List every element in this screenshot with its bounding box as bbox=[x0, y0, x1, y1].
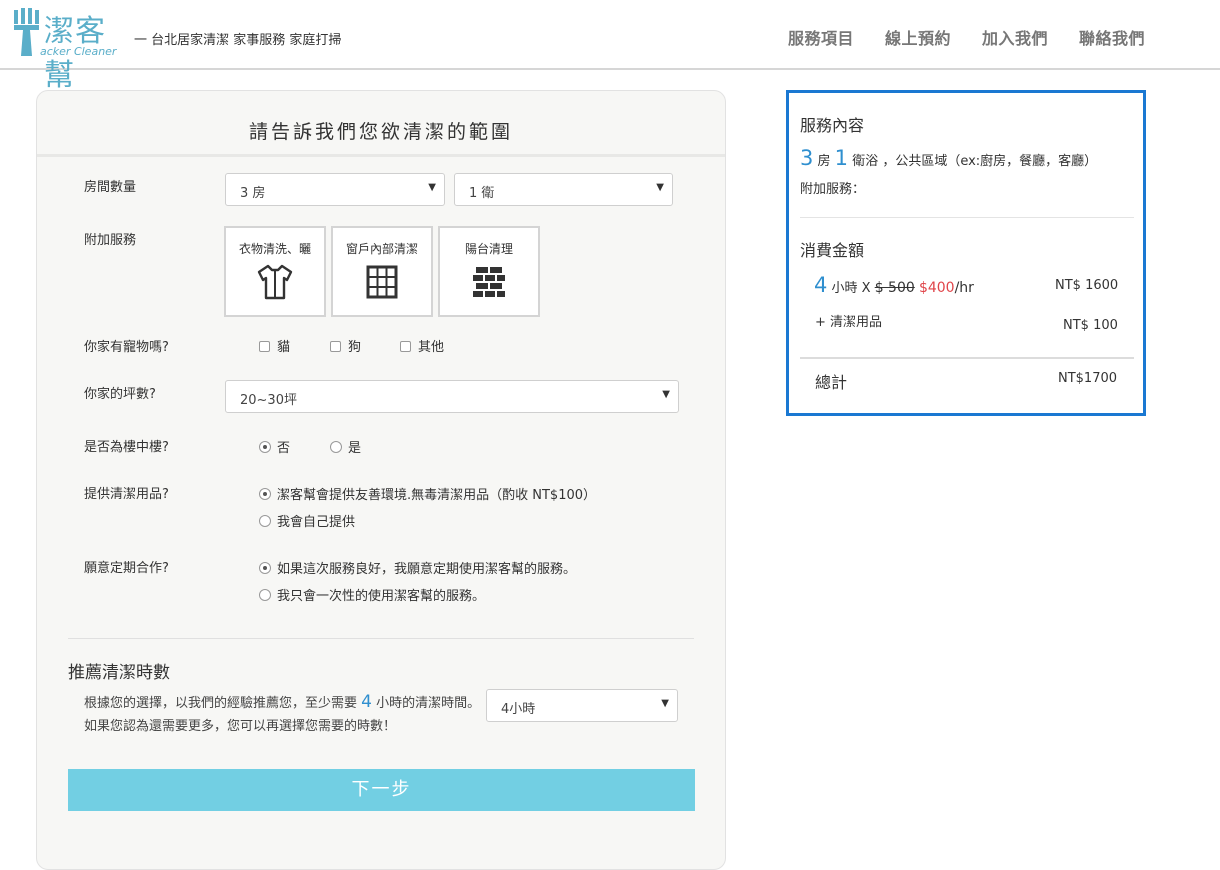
radio-dot bbox=[330, 441, 342, 453]
areas-text: ，公共區域（ex:廚房，餐廳，客廳） bbox=[882, 154, 1098, 169]
pets-label: 你家有寵物嗎? bbox=[84, 340, 169, 355]
nav-join[interactable]: 加入我們 bbox=[982, 25, 1048, 49]
pet-other-label: 其他 bbox=[418, 340, 445, 355]
addon-laundry[interactable]: 衣物清洗、曬 bbox=[224, 226, 326, 317]
old-price: $ 500 bbox=[874, 280, 915, 296]
site-logo[interactable]: 潔客幫 acker Cleaner bbox=[12, 6, 134, 93]
mezz-no-label: 否 bbox=[277, 441, 291, 456]
mezz-yes-radio[interactable]: 是 bbox=[330, 437, 361, 456]
hours-count: 4 bbox=[814, 273, 828, 297]
supplies-line: + 清潔用品 bbox=[815, 315, 883, 330]
summary-divider bbox=[800, 217, 1134, 218]
radio-dot bbox=[259, 562, 271, 574]
title-divider bbox=[37, 154, 725, 157]
size-select-value: 20~30坪 bbox=[240, 393, 297, 408]
radio-dot bbox=[259, 515, 271, 527]
section-divider bbox=[68, 638, 694, 639]
new-price: $400 bbox=[918, 280, 955, 296]
content-rooms-line: 3 房 1 衛浴 ，公共區域（ex:廚房，餐廳，客廳） bbox=[800, 146, 1097, 170]
form-title: 請告訴我們您欲清潔的範圍 bbox=[248, 121, 513, 143]
supplies-provided-label: 潔客幫會提供友善環境.無毒清潔用品（酌收 NT$100） bbox=[277, 488, 597, 503]
regular-label: 願意定期合作? bbox=[84, 561, 169, 576]
recommend-title: 推薦清潔時數 bbox=[68, 663, 170, 683]
brick-wall-icon bbox=[473, 267, 505, 297]
baths-select[interactable]: 1 衛 ▼ bbox=[454, 173, 673, 206]
rooms-unit: 房 bbox=[817, 154, 831, 169]
addon-window-label: 窗戶內部清潔 bbox=[345, 242, 418, 256]
supplies-self-radio[interactable]: 我會自己提供 bbox=[259, 511, 355, 530]
site-header: 潔客幫 acker Cleaner 一 台北居家清潔 家事服務 家庭打掃 服務項… bbox=[0, 0, 1220, 93]
addon-balcony[interactable]: 陽台清理 bbox=[438, 226, 540, 317]
recommend-text-a: 根據您的選擇，以我們的經驗推薦您，至少需要 bbox=[84, 696, 358, 711]
site-tagline: 一 台北居家清潔 家事服務 家庭打掃 bbox=[134, 33, 342, 48]
size-label: 你家的坪數? bbox=[84, 387, 156, 402]
pet-dog-label: 狗 bbox=[348, 340, 362, 355]
addon-label: 附加服務 bbox=[84, 233, 137, 248]
per-hour: /hr bbox=[954, 280, 974, 296]
radio-dot bbox=[259, 441, 271, 453]
addon-line: 附加服務： bbox=[800, 182, 866, 197]
hours-select-value: 4小時 bbox=[501, 702, 536, 717]
subtotal: NT$ 1600 bbox=[1055, 278, 1119, 293]
baths-select-value: 1 衛 bbox=[469, 186, 495, 201]
hours-select[interactable]: 4小時 ▼ bbox=[486, 689, 678, 722]
supplies-self-label: 我會自己提供 bbox=[277, 515, 356, 530]
recommend-text: 根據您的選擇，以我們的經驗推薦您，至少需要 4 小時的清潔時間。如果您認為還需要… bbox=[84, 691, 484, 738]
regular-yes-label: 如果這次服務良好，我願意定期使用潔客幫的服務。 bbox=[277, 562, 577, 577]
nav-services[interactable]: 服務項目 bbox=[788, 25, 854, 49]
regular-once-radio[interactable]: 我只會一次性的使用潔客幫的服務。 bbox=[259, 585, 485, 604]
baths-count: 1 bbox=[834, 146, 849, 170]
checkbox-box bbox=[330, 341, 341, 352]
supplies-label: 提供清潔用品? bbox=[84, 487, 169, 502]
recommend-hours: 4 bbox=[361, 692, 372, 712]
chevron-down-icon: ▼ bbox=[656, 182, 664, 193]
supplies-price: NT$ 100 bbox=[1063, 318, 1118, 333]
chevron-down-icon: ▼ bbox=[662, 389, 670, 400]
logo-text-en: acker Cleaner bbox=[40, 45, 117, 58]
regular-once-label: 我只會一次性的使用潔客幫的服務。 bbox=[277, 589, 486, 604]
pet-dog-checkbox[interactable]: 狗 bbox=[330, 336, 361, 355]
supplies-provided-radio[interactable]: 潔客幫會提供友善環境.無毒清潔用品（酌收 NT$100） bbox=[259, 484, 596, 503]
pet-other-checkbox[interactable]: 其他 bbox=[400, 336, 444, 355]
pet-cat-label: 貓 bbox=[277, 340, 291, 355]
total-price: NT$1700 bbox=[1058, 371, 1118, 386]
cleaning-scope-form: 請告訴我們您欲清潔的範圍 房間數量 3 房 ▼ 1 衛 ▼ 附加服務 衣物清洗、… bbox=[36, 90, 726, 870]
order-summary: 服務內容 3 房 1 衛浴 ，公共區域（ex:廚房，餐廳，客廳） 附加服務： 消… bbox=[786, 90, 1146, 416]
pet-cat-checkbox[interactable]: 貓 bbox=[259, 336, 290, 355]
radio-dot bbox=[259, 589, 271, 601]
chevron-down-icon: ▼ bbox=[428, 182, 436, 193]
checkbox-box bbox=[259, 341, 270, 352]
hours-price-line: 4 小時 X $ 500 $400/hr bbox=[814, 273, 974, 297]
main-nav: 服務項目 線上預約 加入我們 聯絡我們 bbox=[788, 25, 1145, 49]
shirt-icon bbox=[257, 264, 293, 300]
addon-window[interactable]: 窗戶內部清潔 bbox=[331, 226, 433, 317]
nav-contact[interactable]: 聯絡我們 bbox=[1079, 25, 1145, 49]
rooms-label: 房間數量 bbox=[84, 180, 137, 195]
content-title: 服務內容 bbox=[800, 116, 865, 135]
cost-title: 消費金額 bbox=[800, 241, 865, 260]
mezz-yes-label: 是 bbox=[348, 441, 362, 456]
addon-laundry-label: 衣物清洗、曬 bbox=[238, 242, 311, 256]
chevron-down-icon: ▼ bbox=[661, 698, 669, 709]
rooms-select-value: 3 房 bbox=[240, 186, 266, 201]
window-icon bbox=[366, 265, 398, 299]
addon-balcony-label: 陽台清理 bbox=[464, 242, 513, 256]
rooms-count: 3 bbox=[800, 146, 814, 170]
radio-dot bbox=[259, 488, 271, 500]
rooms-select[interactable]: 3 房 ▼ bbox=[225, 173, 445, 206]
hours-unit: 小時 X bbox=[831, 281, 871, 296]
next-step-button[interactable]: 下一步 bbox=[68, 769, 695, 811]
mezz-label: 是否為樓中樓? bbox=[84, 440, 169, 455]
regular-yes-radio[interactable]: 如果這次服務良好，我願意定期使用潔客幫的服務。 bbox=[259, 558, 576, 577]
mezz-no-radio[interactable]: 否 bbox=[259, 437, 290, 456]
checkbox-box bbox=[400, 341, 411, 352]
nav-booking[interactable]: 線上預約 bbox=[885, 25, 951, 49]
total-divider bbox=[800, 357, 1134, 359]
total-label: 總計 bbox=[815, 373, 848, 392]
size-select[interactable]: 20~30坪 ▼ bbox=[225, 380, 679, 413]
baths-unit: 衛浴 bbox=[852, 154, 879, 169]
